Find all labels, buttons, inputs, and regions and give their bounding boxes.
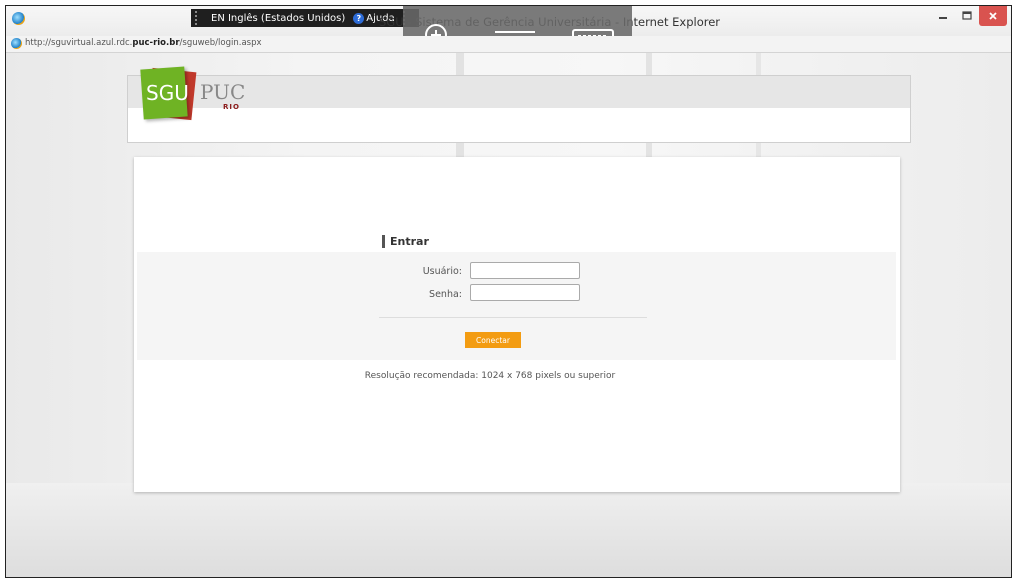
window-controls [931,6,1007,26]
url-domain: puc-rio.br [132,38,180,48]
url-suffix: /sguweb/login.aspx [179,38,262,48]
page-content: SGU PUC RIO Entrar Usuário: Senha: Conec… [6,53,1011,577]
url-prefix: http://sguvirtual.azul.rdc. [25,38,133,48]
connect-button[interactable]: Conectar [465,332,521,348]
page-icon [11,38,22,49]
help-icon: ? [353,12,365,24]
header-top-strip [128,76,910,108]
browser-window: EN Inglês (Estados Unidos) ? Ajuda SGU - … [5,5,1012,578]
username-label: Usuário: [422,266,462,277]
ie-logo-icon [12,12,25,25]
form-divider [379,317,647,318]
minimize-button[interactable] [931,6,955,26]
sgu-logo-text: SGU [146,81,189,105]
login-heading: Entrar [382,235,429,248]
background-decoration [6,483,1011,577]
site-header: SGU PUC RIO [127,66,911,143]
minimize-icon [939,17,947,19]
puc-logo-text: PUC [200,80,246,104]
maximize-icon [962,11,972,20]
language-indicator[interactable]: EN Inglês (Estados Unidos) [211,13,345,24]
close-icon [989,12,997,20]
password-input[interactable] [470,284,580,301]
username-input[interactable] [470,262,580,279]
password-label: Senha: [429,289,462,300]
url-text[interactable]: http://sguvirtual.azul.rdc.puc-rio.br/sg… [25,38,262,48]
maximize-button[interactable] [955,6,979,26]
login-card: Entrar Usuário: Senha: Conectar Resoluçã… [134,157,900,492]
rio-logo-text: RIO [223,103,240,111]
close-button[interactable] [979,6,1007,26]
resolution-note: Resolução recomendada: 1024 x 768 pixels… [364,371,616,381]
grip-icon[interactable] [195,11,203,25]
address-bar[interactable]: http://sguvirtual.azul.rdc.puc-rio.br/sg… [6,36,1011,53]
